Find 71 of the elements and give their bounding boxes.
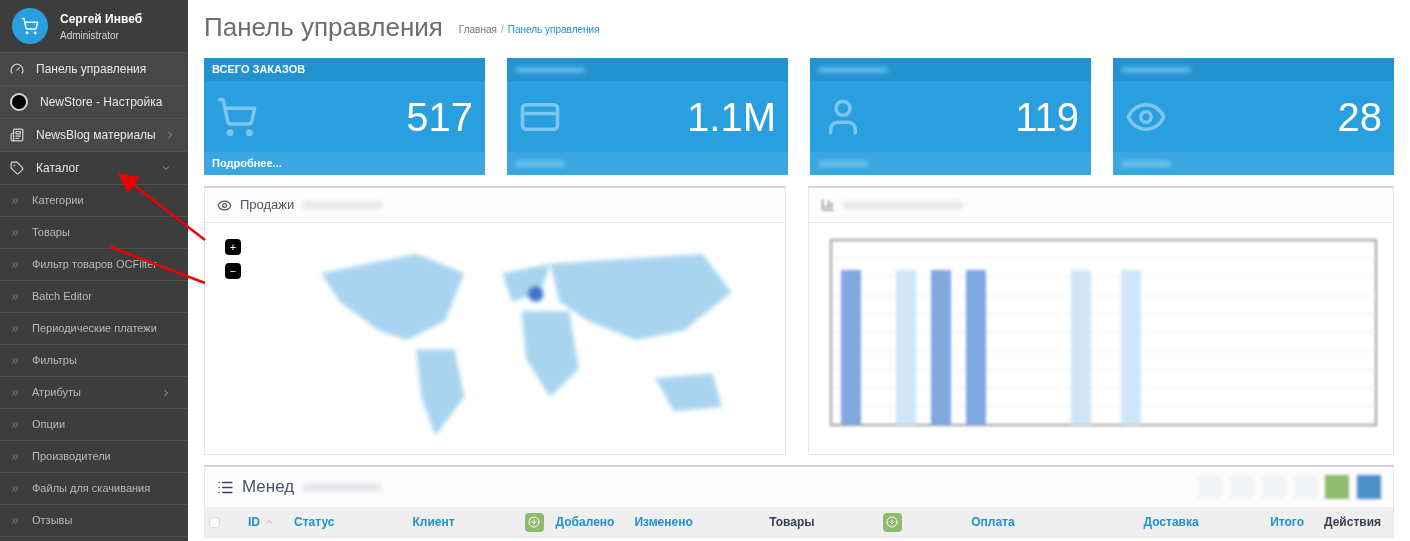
user-name: Сергей Инвеб xyxy=(60,10,143,28)
column-header-link[interactable]: Добалено xyxy=(547,513,623,531)
blurred-text-drawing xyxy=(818,160,868,167)
avatar-icon xyxy=(12,8,48,44)
sidebar-item-label: Атрибуты xyxy=(32,385,81,401)
card-value: 1.1M xyxy=(687,96,776,137)
breadcrumb-link[interactable]: Главная xyxy=(458,22,497,37)
eye-icon xyxy=(217,197,232,213)
column-header-link[interactable]: ID xyxy=(240,513,282,531)
sidebar-item-label: Файлы для скачивания xyxy=(32,481,151,497)
column-header: Товары xyxy=(768,514,816,531)
card-value: 28 xyxy=(1337,96,1382,137)
sidebar-item[interactable]: NewsBlog материалы xyxy=(0,119,188,152)
column-header-link[interactable]: Доставка xyxy=(1084,513,1259,531)
sidebar-item-label: Производители xyxy=(32,449,111,465)
column-header-link[interactable]: Клиент xyxy=(346,513,521,531)
double-chevron-icon xyxy=(10,291,20,302)
sort-caret-icon xyxy=(264,517,274,527)
sidebar-item-label: Категории xyxy=(32,193,84,209)
double-chevron-icon xyxy=(10,227,20,238)
sidebar-item-label: Фильтры xyxy=(32,353,77,369)
blurred-text-drawing xyxy=(1121,160,1171,167)
newspaper-icon xyxy=(10,128,24,142)
gauge-icon xyxy=(10,62,24,76)
tag-icon xyxy=(10,161,24,175)
sidebar-item-label: NewStore - Настройка xyxy=(40,94,163,111)
download-button[interactable] xyxy=(882,512,902,532)
sidebar-item-label: Каталог xyxy=(36,160,80,177)
double-chevron-icon xyxy=(10,323,20,334)
double-chevron-icon xyxy=(10,259,20,270)
select-all-checkbox[interactable] xyxy=(209,516,220,528)
double-chevron-icon xyxy=(10,195,20,206)
card-title: ВСЕГО ЗАКАЗОВ xyxy=(212,62,306,78)
sidebar-item-label: Панель управления xyxy=(36,61,147,78)
logo-badge-icon xyxy=(10,93,28,111)
double-chevron-icon xyxy=(10,515,20,526)
double-chevron-icon xyxy=(10,483,20,494)
column-header-link[interactable]: Изменено xyxy=(626,513,701,531)
double-chevron-icon xyxy=(10,387,20,398)
bar-chart-icon xyxy=(821,198,835,212)
column-header: Действия xyxy=(1322,514,1383,531)
sidebar-item-label: Периодические платежи xyxy=(32,321,157,337)
sidebar-item[interactable]: Панель управления xyxy=(0,53,188,86)
double-chevron-icon xyxy=(10,451,20,462)
column-header-link[interactable]: Статус xyxy=(286,513,343,531)
zoom-button[interactable]: − xyxy=(225,263,241,279)
card-value: 119 xyxy=(1015,96,1079,137)
sidebar-item-label: Batch Editor xyxy=(32,289,92,305)
card-value: 517 xyxy=(406,96,473,137)
sidebar-item-label: Товары xyxy=(32,225,70,241)
double-chevron-icon xyxy=(10,419,20,430)
blurred-text-drawing xyxy=(515,66,585,73)
blurred-text-drawing xyxy=(1121,66,1191,73)
sidebar-item[interactable]: NewStore - Настройка xyxy=(0,86,188,119)
cart-icon xyxy=(216,95,258,138)
blurred-text-drawing xyxy=(818,66,888,73)
double-chevron-icon xyxy=(10,355,20,366)
blurred-text-drawing xyxy=(515,160,565,167)
panel-title: Продажи xyxy=(240,196,295,215)
page-title: Панель управления xyxy=(204,14,443,40)
user-role: Administrator xyxy=(60,28,120,43)
sidebar-item-label: NewsBlog материалы xyxy=(36,127,156,144)
column-header-link[interactable]: Оплата xyxy=(905,513,1080,531)
column-header-link[interactable]: Итого xyxy=(1262,513,1312,531)
breadcrumb-link[interactable]: Панель управления xyxy=(507,22,600,37)
sidebar-item-label: Опции xyxy=(32,417,66,433)
download-button[interactable] xyxy=(524,512,544,532)
panel-title: Менед xyxy=(242,476,295,499)
sidebar-item-label: Отзывы xyxy=(32,513,73,529)
breadcrumb-separator: / xyxy=(500,23,504,37)
zoom-button[interactable]: + xyxy=(225,239,241,255)
